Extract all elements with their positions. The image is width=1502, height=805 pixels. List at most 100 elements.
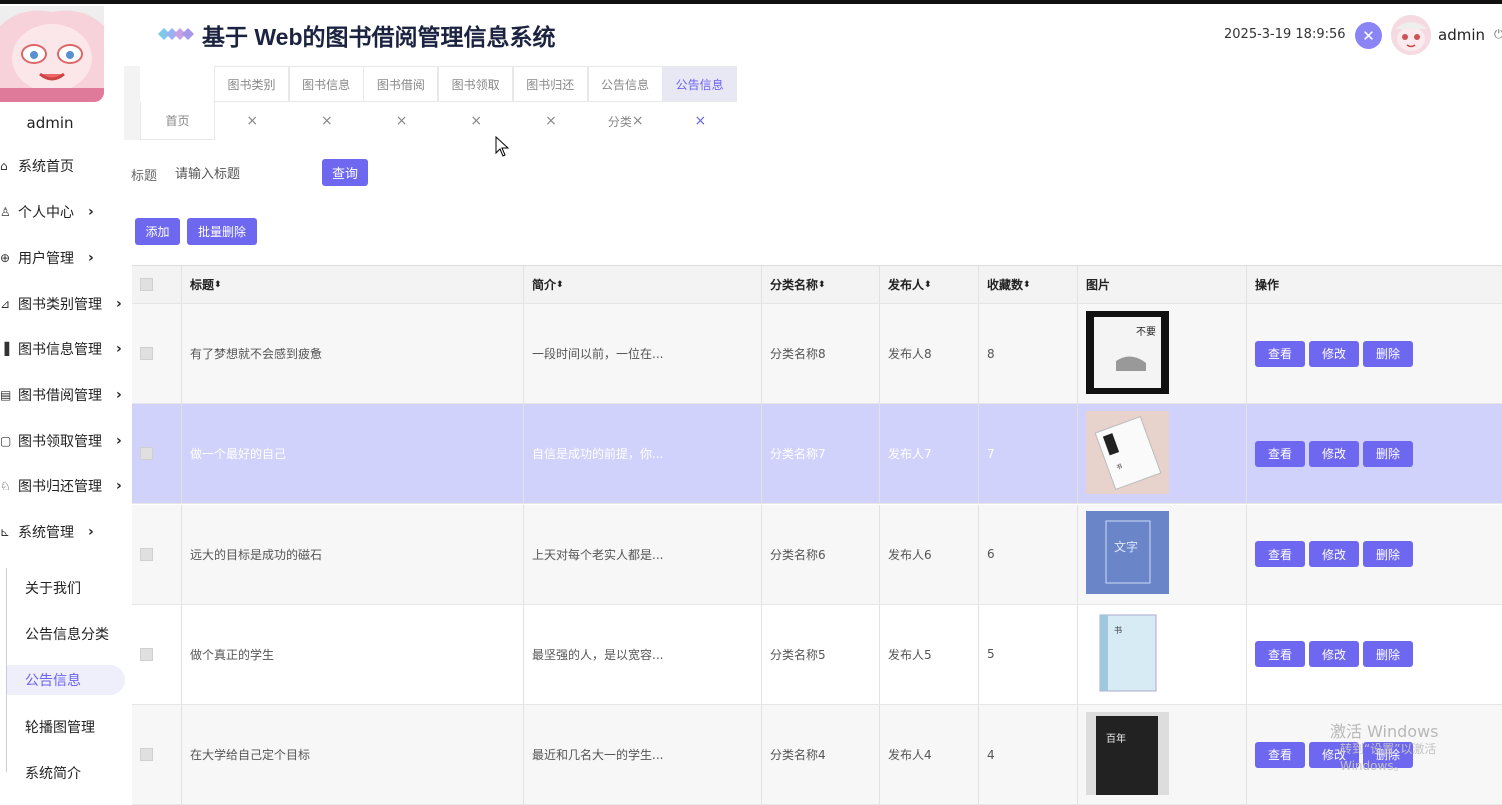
close-icon[interactable]: × <box>632 113 644 129</box>
row-checkbox[interactable] <box>140 547 153 561</box>
book-cover-image[interactable]: 文字 <box>1086 511 1169 597</box>
view-button[interactable]: 查看 <box>1255 741 1305 768</box>
view-button[interactable]: 查看 <box>1255 440 1305 467</box>
cell-category: 分类名称7 <box>761 404 879 504</box>
tab-top[interactable]: 图书借阅 <box>363 66 439 102</box>
sidebar-item-8[interactable]: ♘ 图书归还管理 › <box>0 472 130 500</box>
window-top-edge <box>0 0 1502 4</box>
book-cover-image[interactable]: 不要 <box>1086 310 1169 397</box>
book-cover-image[interactable]: 百年 <box>1086 711 1169 798</box>
close-icon[interactable]: × <box>695 113 707 129</box>
tab-bottom[interactable]: 首页 <box>140 102 215 140</box>
column-header[interactable]: 分类名称 ⬍ <box>761 266 879 303</box>
edit-button[interactable]: 修改 <box>1309 641 1359 668</box>
column-header[interactable]: 标题 ⬍ <box>181 266 523 303</box>
tab-top[interactable]: 图书归还 <box>512 66 588 102</box>
submenu-item[interactable]: 公告信息 <box>7 665 125 695</box>
sidebar-item-7[interactable]: ▢ 图书领取管理 › <box>0 427 130 455</box>
sidebar-item-4[interactable]: ⊿ 图书类别管理 › <box>0 290 130 318</box>
delete-button[interactable]: 删除 <box>1363 541 1413 568</box>
cell-title: 做个真正的学生 <box>181 604 523 704</box>
logout-icon[interactable]: ⏻ <box>1494 27 1502 42</box>
edit-button[interactable]: 修改 <box>1309 340 1359 367</box>
edit-button[interactable]: 修改 <box>1309 541 1359 568</box>
select-all-checkbox[interactable] <box>140 278 153 291</box>
sidebar-item-6[interactable]: ▤ 图书借阅管理 › <box>0 381 130 409</box>
row-checkbox[interactable] <box>140 347 153 360</box>
close-icon[interactable]: × <box>246 113 258 129</box>
close-icon[interactable]: × <box>321 113 333 129</box>
delete-button[interactable]: 删除 <box>1363 440 1413 467</box>
sidebar-item-1[interactable]: ⌂ 系统首页 <box>0 152 130 180</box>
close-icon[interactable]: × <box>545 113 557 129</box>
search-title-label: 标题 <box>131 169 158 184</box>
tab-bottom[interactable]: × <box>663 102 738 140</box>
bar-icon: ▐ <box>0 342 10 356</box>
column-header[interactable]: 收藏数 ⬍ <box>978 266 1077 303</box>
cell-favorites: 6 <box>978 504 1077 604</box>
tab-bottom[interactable]: 分类 × <box>588 102 663 140</box>
tab-top[interactable]: 公告信息 <box>662 66 738 102</box>
sidebar-item-label: 个人中心 <box>18 205 74 221</box>
delete-button[interactable]: 删除 <box>1363 641 1413 668</box>
sort-icon[interactable]: ⬍ <box>214 280 222 290</box>
home-icon: ⌂ <box>0 159 8 173</box>
cell-publisher: 发布人5 <box>879 604 978 704</box>
batch-delete-button[interactable]: 批量删除 <box>187 218 257 245</box>
search-button[interactable]: 查询 <box>322 159 368 186</box>
submenu-item[interactable]: 系统简介 <box>7 758 125 788</box>
header-avatar[interactable] <box>1391 15 1431 55</box>
table-row[interactable]: 在大学给自己定个目标 最近和几名大一的学生... 分类名称4 发布人4 4 百年 查看 修改删… <box>132 705 1502 805</box>
view-button[interactable]: 查看 <box>1255 641 1305 668</box>
delete-button[interactable]: 删除 <box>1363 340 1413 367</box>
row-checkbox[interactable] <box>140 647 153 661</box>
tab-top[interactable]: 公告信息 <box>587 66 663 102</box>
submenu-item[interactable]: 关于我们 <box>7 573 125 603</box>
tab-top[interactable]: 图书领取 <box>438 66 514 102</box>
tab-bottom[interactable]: × <box>364 102 439 140</box>
header-close-icon[interactable]: ✕ <box>1355 22 1382 49</box>
tab-top[interactable]: 图书信息 <box>288 66 364 102</box>
close-icon[interactable]: × <box>396 113 408 129</box>
sort-icon[interactable]: ⬍ <box>1023 280 1031 290</box>
chevron-right-icon: › <box>88 250 94 266</box>
sidebar-item-3[interactable]: ⊕ 用户管理 › <box>0 244 130 272</box>
column-header[interactable]: 发布人 ⬍ <box>879 266 978 303</box>
tab-bottom[interactable]: × <box>289 102 364 140</box>
close-icon[interactable]: × <box>470 113 482 129</box>
search-input[interactable] <box>168 160 308 188</box>
table-row[interactable]: 有了梦想就不会感到疲惫 一段时间以前，一位在... 分类名称8 发布人8 8 不要 查看 修改… <box>132 304 1502 404</box>
header-checkbox-cell <box>132 266 181 303</box>
row-checkbox[interactable] <box>140 748 153 762</box>
tab-top[interactable]: 图书类别 <box>214 66 289 102</box>
sidebar-item-2[interactable]: ♙ 个人中心 › <box>0 198 130 226</box>
sidebar-item-label: 系统首页 <box>18 159 74 175</box>
tab-bottom[interactable]: × <box>439 102 514 140</box>
sidebar-item-9[interactable]: ⊾ 系统管理 › <box>0 518 130 546</box>
tab-bottom[interactable]: × <box>514 102 589 140</box>
row-checkbox[interactable] <box>140 447 153 461</box>
svg-text:文字: 文字 <box>1114 539 1138 554</box>
table-row[interactable]: 做个真正的学生 最坚强的人，是以宽容... 分类名称5 发布人5 5 书查看 修改 删除 <box>132 604 1502 705</box>
table-row[interactable]: 远大的目标是成功的磁石 上天对每个老实人都是... 分类名称6 发布人6 6 文字 查看 修改… <box>132 504 1502 605</box>
column-header[interactable]: 简介 ⬍ <box>523 266 761 303</box>
header-username[interactable]: admin <box>1438 26 1485 44</box>
book-cover-image[interactable]: 书 <box>1086 611 1169 697</box>
submenu-item[interactable]: 轮播图管理 <box>7 712 125 742</box>
cell-title: 有了梦想就不会感到疲惫 <box>181 304 523 403</box>
intro-text: 最近和几名大一的学生... <box>532 748 664 763</box>
view-button[interactable]: 查看 <box>1255 541 1305 568</box>
column-header-label: 收藏数 <box>987 278 1024 292</box>
sort-icon[interactable]: ⬍ <box>556 280 564 290</box>
add-button[interactable]: 添加 <box>135 218 180 245</box>
tab-bottom[interactable]: × <box>215 102 290 140</box>
view-button[interactable]: 查看 <box>1255 340 1305 367</box>
edit-button[interactable]: 修改 <box>1309 440 1359 467</box>
column-header-label: 发布人 <box>888 278 925 292</box>
sort-icon[interactable]: ⬍ <box>924 280 932 290</box>
table-row[interactable]: 做一个最好的自己 自信是成功的前提，你... 分类名称7 发布人7 7 书查看 修改 删除 <box>132 404 1502 505</box>
sort-icon[interactable]: ⬍ <box>818 280 826 290</box>
book-cover-image[interactable]: 书 <box>1086 410 1169 497</box>
submenu-item[interactable]: 公告信息分类 <box>7 619 125 649</box>
sidebar-item-5[interactable]: ▐ 图书信息管理 › <box>0 335 130 363</box>
